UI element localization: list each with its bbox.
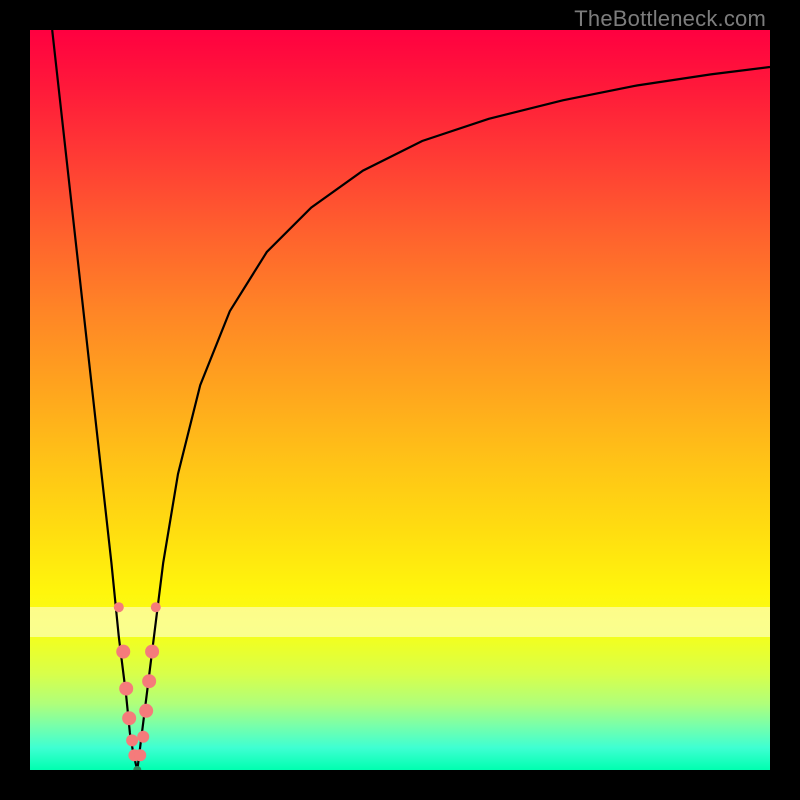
marker-group (114, 602, 161, 770)
data-marker (145, 645, 159, 659)
curve-right (137, 67, 770, 770)
data-marker (137, 731, 149, 743)
data-marker (116, 645, 130, 659)
chart-frame: TheBottleneck.com (0, 0, 800, 800)
curve-left (52, 30, 137, 770)
plot-area (30, 30, 770, 770)
watermark-text: TheBottleneck.com (574, 6, 766, 32)
data-marker (122, 711, 136, 725)
data-marker (114, 602, 124, 612)
data-marker (139, 704, 153, 718)
data-marker (126, 734, 138, 746)
data-marker (134, 749, 146, 761)
data-marker (151, 602, 161, 612)
data-marker (133, 766, 141, 770)
data-marker (119, 682, 133, 696)
curve-layer (30, 30, 770, 770)
data-marker (142, 674, 156, 688)
